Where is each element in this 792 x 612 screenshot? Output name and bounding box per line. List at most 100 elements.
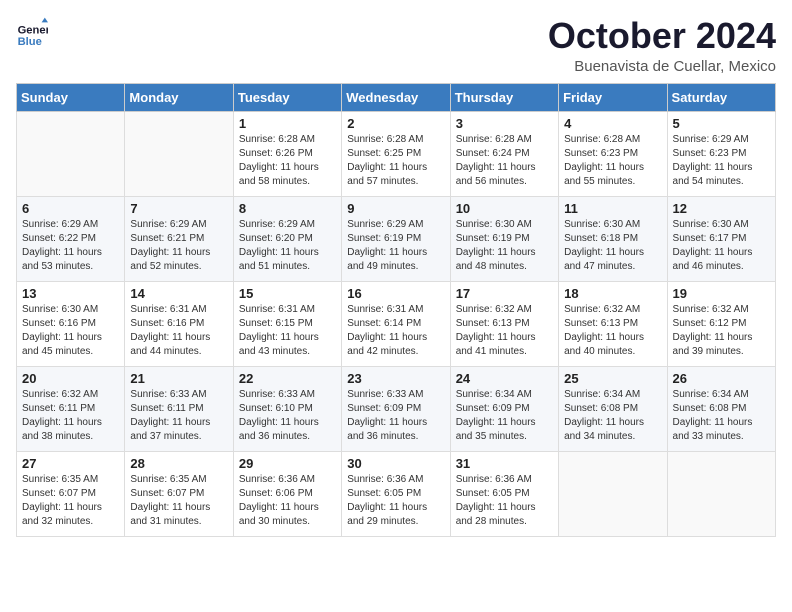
cell-sun-info: Sunrise: 6:30 AM Sunset: 6:16 PM Dayligh…	[22, 303, 119, 359]
cell-sun-info: Sunrise: 6:29 AM Sunset: 6:23 PM Dayligh…	[673, 133, 770, 189]
calendar-cell	[559, 451, 667, 536]
cell-sun-info: Sunrise: 6:35 AM Sunset: 6:07 PM Dayligh…	[130, 473, 227, 529]
calendar-cell: 5 Sunrise: 6:29 AM Sunset: 6:23 PM Daylig…	[667, 111, 775, 196]
day-number: 3	[456, 116, 553, 131]
cell-sun-info: Sunrise: 6:29 AM Sunset: 6:20 PM Dayligh…	[239, 218, 336, 274]
cell-sun-info: Sunrise: 6:34 AM Sunset: 6:08 PM Dayligh…	[673, 388, 770, 444]
cell-sun-info: Sunrise: 6:33 AM Sunset: 6:11 PM Dayligh…	[130, 388, 227, 444]
day-number: 4	[564, 116, 661, 131]
calendar-cell: 29 Sunrise: 6:36 AM Sunset: 6:06 PM Dayli…	[233, 451, 341, 536]
weekday-header: Saturday	[667, 83, 775, 111]
calendar-cell: 21Sunrise: 6:33 AM Sunset: 6:11 PM Dayli…	[125, 366, 233, 451]
calendar-cell: 18 Sunrise: 6:32 AM Sunset: 6:13 PM Dayli…	[559, 281, 667, 366]
cell-sun-info: Sunrise: 6:36 AM Sunset: 6:05 PM Dayligh…	[347, 473, 444, 529]
day-number: 1	[239, 116, 336, 131]
calendar-cell: 19 Sunrise: 6:32 AM Sunset: 6:12 PM Dayli…	[667, 281, 775, 366]
cell-sun-info: Sunrise: 6:32 AM Sunset: 6:11 PM Dayligh…	[22, 388, 119, 444]
title-block: October 2024 Buenavista de Cuellar, Mexi…	[548, 16, 776, 75]
day-number: 14	[130, 286, 227, 301]
calendar-cell: 3 Sunrise: 6:28 AM Sunset: 6:24 PM Daylig…	[450, 111, 558, 196]
calendar-cell: 27 Sunrise: 6:35 AM Sunset: 6:07 PM Dayli…	[17, 451, 125, 536]
cell-sun-info: Sunrise: 6:34 AM Sunset: 6:08 PM Dayligh…	[564, 388, 661, 444]
day-number: 26	[673, 371, 770, 386]
cell-sun-info: Sunrise: 6:31 AM Sunset: 6:16 PM Dayligh…	[130, 303, 227, 359]
calendar-cell: 1 Sunrise: 6:28 AM Sunset: 6:26 PM Daylig…	[233, 111, 341, 196]
svg-text:Blue: Blue	[18, 36, 42, 48]
cell-sun-info: Sunrise: 6:29 AM Sunset: 6:22 PM Dayligh…	[22, 218, 119, 274]
calendar-cell: 7Sunrise: 6:29 AM Sunset: 6:21 PM Daylig…	[125, 196, 233, 281]
calendar-table: SundayMondayTuesdayWednesdayThursdayFrid…	[16, 83, 776, 537]
cell-sun-info: Sunrise: 6:35 AM Sunset: 6:07 PM Dayligh…	[22, 473, 119, 529]
cell-sun-info: Sunrise: 6:32 AM Sunset: 6:13 PM Dayligh…	[564, 303, 661, 359]
cell-sun-info: Sunrise: 6:28 AM Sunset: 6:26 PM Dayligh…	[239, 133, 336, 189]
cell-sun-info: Sunrise: 6:30 AM Sunset: 6:19 PM Dayligh…	[456, 218, 553, 274]
calendar-cell: 26 Sunrise: 6:34 AM Sunset: 6:08 PM Dayli…	[667, 366, 775, 451]
calendar-cell: 11Sunrise: 6:30 AM Sunset: 6:18 PM Dayli…	[559, 196, 667, 281]
month-title: October 2024	[548, 16, 776, 56]
day-number: 22	[239, 371, 336, 386]
day-number: 17	[456, 286, 553, 301]
day-number: 25	[564, 371, 661, 386]
day-number: 16	[347, 286, 444, 301]
day-number: 6	[22, 201, 119, 216]
day-number: 2	[347, 116, 444, 131]
day-number: 13	[22, 286, 119, 301]
day-number: 18	[564, 286, 661, 301]
day-number: 10	[456, 201, 553, 216]
cell-sun-info: Sunrise: 6:29 AM Sunset: 6:19 PM Dayligh…	[347, 218, 444, 274]
day-number: 24	[456, 371, 553, 386]
cell-sun-info: Sunrise: 6:36 AM Sunset: 6:05 PM Dayligh…	[456, 473, 553, 529]
calendar-cell: 14 Sunrise: 6:31 AM Sunset: 6:16 PM Dayli…	[125, 281, 233, 366]
cell-sun-info: Sunrise: 6:32 AM Sunset: 6:13 PM Dayligh…	[456, 303, 553, 359]
day-number: 8	[239, 201, 336, 216]
weekday-header: Thursday	[450, 83, 558, 111]
page-header: General Blue October 2024 Buenavista de …	[16, 16, 776, 75]
calendar-cell: 2 Sunrise: 6:28 AM Sunset: 6:25 PM Daylig…	[342, 111, 450, 196]
day-number: 12	[673, 201, 770, 216]
calendar-cell: 10 Sunrise: 6:30 AM Sunset: 6:19 PM Dayli…	[450, 196, 558, 281]
weekday-header: Monday	[125, 83, 233, 111]
calendar-week-row: 20 Sunrise: 6:32 AM Sunset: 6:11 PM Dayli…	[17, 366, 776, 451]
calendar-cell: 12 Sunrise: 6:30 AM Sunset: 6:17 PM Dayli…	[667, 196, 775, 281]
cell-sun-info: Sunrise: 6:30 AM Sunset: 6:18 PM Dayligh…	[564, 218, 661, 274]
calendar-week-row: 1 Sunrise: 6:28 AM Sunset: 6:26 PM Daylig…	[17, 111, 776, 196]
cell-sun-info: Sunrise: 6:36 AM Sunset: 6:06 PM Dayligh…	[239, 473, 336, 529]
day-number: 23	[347, 371, 444, 386]
calendar-cell	[125, 111, 233, 196]
day-number: 15	[239, 286, 336, 301]
day-number: 27	[22, 456, 119, 471]
cell-sun-info: Sunrise: 6:34 AM Sunset: 6:09 PM Dayligh…	[456, 388, 553, 444]
calendar-cell: 9Sunrise: 6:29 AM Sunset: 6:19 PM Daylig…	[342, 196, 450, 281]
calendar-cell: 23Sunrise: 6:33 AM Sunset: 6:09 PM Dayli…	[342, 366, 450, 451]
day-number: 31	[456, 456, 553, 471]
calendar-cell: 6 Sunrise: 6:29 AM Sunset: 6:22 PM Daylig…	[17, 196, 125, 281]
cell-sun-info: Sunrise: 6:33 AM Sunset: 6:10 PM Dayligh…	[239, 388, 336, 444]
calendar-cell	[667, 451, 775, 536]
day-number: 20	[22, 371, 119, 386]
calendar-week-row: 27 Sunrise: 6:35 AM Sunset: 6:07 PM Dayli…	[17, 451, 776, 536]
day-number: 29	[239, 456, 336, 471]
day-number: 19	[673, 286, 770, 301]
day-number: 28	[130, 456, 227, 471]
cell-sun-info: Sunrise: 6:32 AM Sunset: 6:12 PM Dayligh…	[673, 303, 770, 359]
calendar-cell: 8 Sunrise: 6:29 AM Sunset: 6:20 PM Daylig…	[233, 196, 341, 281]
calendar-cell: 16Sunrise: 6:31 AM Sunset: 6:14 PM Dayli…	[342, 281, 450, 366]
cell-sun-info: Sunrise: 6:28 AM Sunset: 6:24 PM Dayligh…	[456, 133, 553, 189]
calendar-cell: 24 Sunrise: 6:34 AM Sunset: 6:09 PM Dayli…	[450, 366, 558, 451]
calendar-header: SundayMondayTuesdayWednesdayThursdayFrid…	[17, 83, 776, 111]
calendar-cell: 17 Sunrise: 6:32 AM Sunset: 6:13 PM Dayli…	[450, 281, 558, 366]
weekday-header: Friday	[559, 83, 667, 111]
location: Buenavista de Cuellar, Mexico	[548, 58, 776, 75]
calendar-cell: 28 Sunrise: 6:35 AM Sunset: 6:07 PM Dayli…	[125, 451, 233, 536]
cell-sun-info: Sunrise: 6:28 AM Sunset: 6:25 PM Dayligh…	[347, 133, 444, 189]
day-number: 5	[673, 116, 770, 131]
cell-sun-info: Sunrise: 6:30 AM Sunset: 6:17 PM Dayligh…	[673, 218, 770, 274]
day-number: 7	[130, 201, 227, 216]
cell-sun-info: Sunrise: 6:28 AM Sunset: 6:23 PM Dayligh…	[564, 133, 661, 189]
logo: General Blue	[16, 16, 48, 48]
weekday-header: Sunday	[17, 83, 125, 111]
calendar-cell: 4 Sunrise: 6:28 AM Sunset: 6:23 PM Daylig…	[559, 111, 667, 196]
calendar-week-row: 6 Sunrise: 6:29 AM Sunset: 6:22 PM Daylig…	[17, 196, 776, 281]
calendar-week-row: 13 Sunrise: 6:30 AM Sunset: 6:16 PM Dayli…	[17, 281, 776, 366]
weekday-header: Tuesday	[233, 83, 341, 111]
